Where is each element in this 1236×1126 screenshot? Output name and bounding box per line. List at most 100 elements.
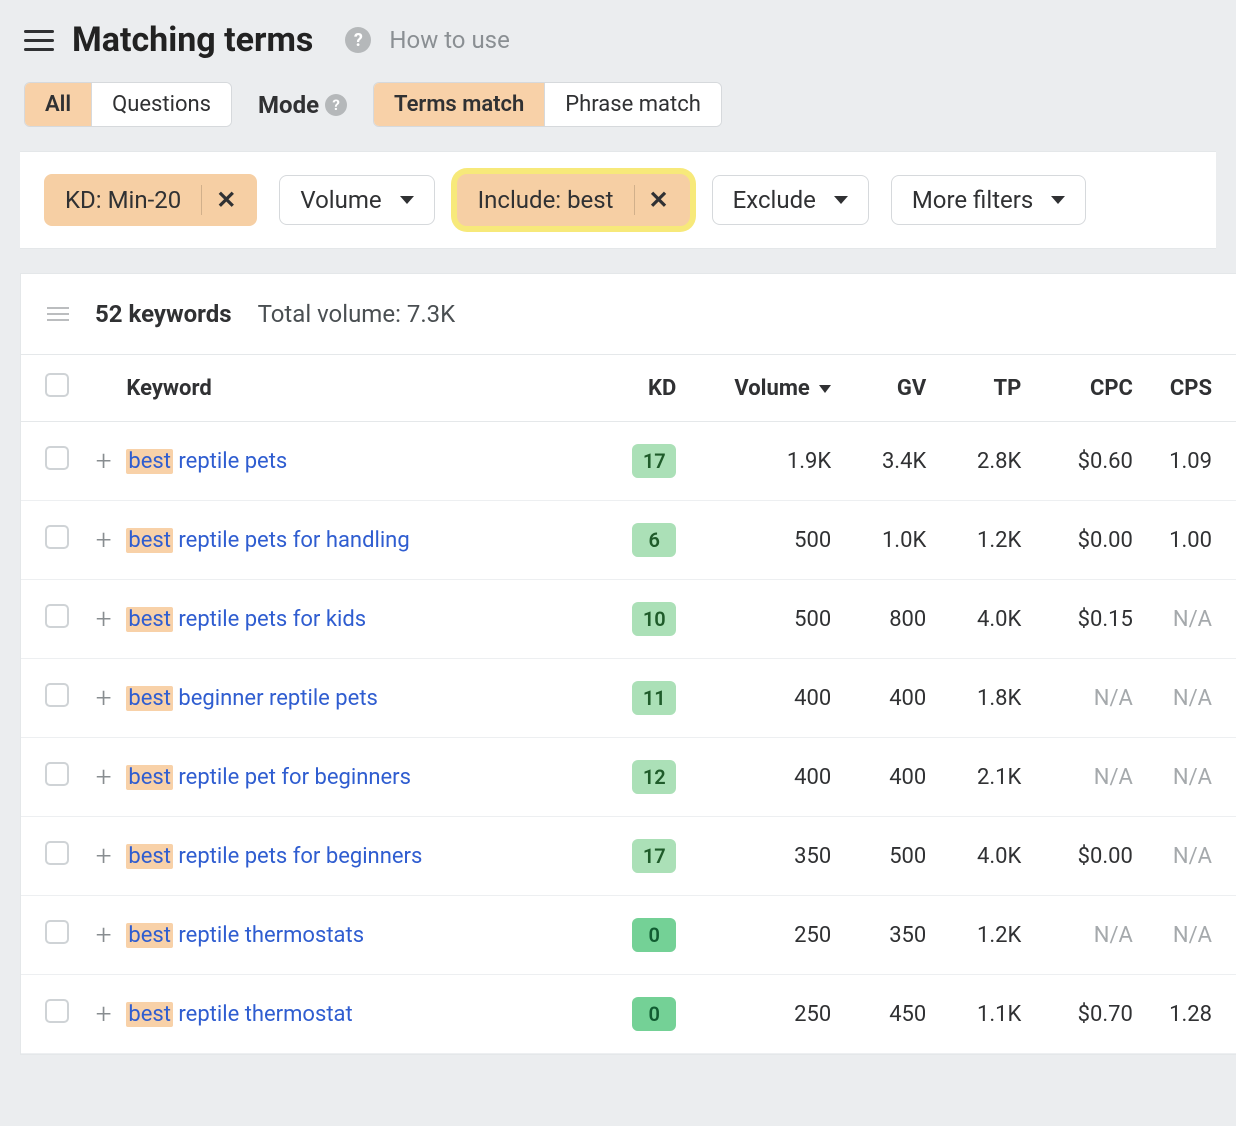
tp-cell: 1.2K (934, 501, 1029, 580)
menu-icon[interactable] (24, 30, 54, 51)
view-toggle: All Questions (24, 82, 232, 127)
expand-icon[interactable]: + (96, 839, 112, 872)
row-checkbox[interactable] (45, 525, 69, 549)
gv-cell: 3.4K (839, 422, 934, 501)
gv-cell: 400 (839, 659, 934, 738)
row-checkbox[interactable] (45, 683, 69, 707)
filter-include[interactable]: Include: best ✕ (457, 174, 690, 226)
help-icon[interactable]: ? (345, 27, 371, 53)
tp-cell: 4.0K (934, 817, 1029, 896)
keyword-link[interactable]: best reptile pets for beginners (126, 844, 422, 869)
close-icon[interactable]: ✕ (216, 188, 236, 212)
col-gv[interactable]: GV (839, 355, 934, 422)
cps-cell: N/A (1141, 580, 1236, 659)
kd-badge: 0 (632, 918, 676, 952)
cps-cell: N/A (1141, 659, 1236, 738)
list-icon[interactable] (47, 307, 69, 321)
expand-icon[interactable]: + (96, 602, 112, 635)
how-to-use-link[interactable]: How to use (389, 26, 509, 54)
cps-cell: N/A (1141, 896, 1236, 975)
plus-cell: + (81, 580, 126, 659)
volume-cell: 250 (684, 896, 839, 975)
chevron-down-icon (400, 196, 414, 204)
col-volume[interactable]: Volume (684, 355, 839, 422)
row-checkbox[interactable] (45, 604, 69, 628)
check-cell (21, 817, 81, 896)
check-cell (21, 422, 81, 501)
cpc-cell: N/A (1029, 896, 1141, 975)
volume-cell: 350 (684, 817, 839, 896)
chevron-down-icon (1051, 196, 1065, 204)
filter-bar: KD: Min-20 ✕ Volume Include: best ✕ Excl… (20, 151, 1216, 249)
tp-cell: 4.0K (934, 580, 1029, 659)
expand-icon[interactable]: + (96, 444, 112, 477)
total-volume: Total volume: 7.3K (258, 300, 456, 328)
sort-desc-icon (819, 385, 831, 393)
kd-badge: 17 (632, 839, 676, 873)
cpc-cell: $0.15 (1029, 580, 1141, 659)
tp-cell: 2.1K (934, 738, 1029, 817)
keyword-link[interactable]: best reptile pets for handling (126, 528, 409, 553)
gv-cell: 800 (839, 580, 934, 659)
cpc-cell: $0.00 (1029, 501, 1141, 580)
expand-icon[interactable]: + (96, 681, 112, 714)
table-row: +best beginner reptile pets114004001.8KN… (21, 659, 1236, 738)
keyword-cell: best reptile pets for kids (126, 580, 610, 659)
col-cps[interactable]: CPS (1141, 355, 1236, 422)
cps-cell: 1.00 (1141, 501, 1236, 580)
table-row: +best reptile pets for handling65001.0K1… (21, 501, 1236, 580)
expand-icon[interactable]: + (96, 997, 112, 1030)
col-tp[interactable]: TP (934, 355, 1029, 422)
plus-cell: + (81, 975, 126, 1054)
kd-cell: 0 (610, 896, 684, 975)
filter-kd[interactable]: KD: Min-20 ✕ (44, 174, 257, 226)
cps-cell: N/A (1141, 738, 1236, 817)
row-checkbox[interactable] (45, 762, 69, 786)
plus-cell: + (81, 817, 126, 896)
table-row: +best reptile thermostats02503501.2KN/AN… (21, 896, 1236, 975)
select-all-checkbox[interactable] (45, 373, 69, 397)
keyword-link[interactable]: best reptile thermostats (126, 923, 364, 948)
kd-badge: 17 (632, 444, 676, 478)
keyword-link[interactable]: best reptile pets (126, 449, 287, 474)
filter-more[interactable]: More filters (891, 175, 1086, 225)
gv-cell: 350 (839, 896, 934, 975)
plus-cell: + (81, 659, 126, 738)
plus-cell: + (81, 738, 126, 817)
kd-badge: 12 (632, 760, 676, 794)
plus-cell: + (81, 422, 126, 501)
row-checkbox[interactable] (45, 841, 69, 865)
keyword-cell: best reptile pets for beginners (126, 817, 610, 896)
expand-icon[interactable]: + (96, 760, 112, 793)
row-checkbox[interactable] (45, 920, 69, 944)
kd-badge: 10 (632, 602, 676, 636)
keyword-link[interactable]: best beginner reptile pets (126, 686, 378, 711)
gv-cell: 500 (839, 817, 934, 896)
expand-icon[interactable]: + (96, 523, 112, 556)
keyword-cell: best beginner reptile pets (126, 659, 610, 738)
row-checkbox[interactable] (45, 446, 69, 470)
help-icon[interactable]: ? (325, 94, 347, 116)
keyword-cell: best reptile pets (126, 422, 610, 501)
keywords-table: Keyword KD Volume GV TP CPC CPS + best re… (21, 354, 1236, 1054)
tab-terms-match[interactable]: Terms match (374, 83, 544, 126)
tab-questions[interactable]: Questions (91, 83, 231, 126)
kd-cell: 0 (610, 975, 684, 1054)
expand-icon[interactable]: + (96, 918, 112, 951)
volume-cell: 500 (684, 501, 839, 580)
keyword-link[interactable]: best reptile pet for beginners (126, 765, 411, 790)
keyword-link[interactable]: best reptile pets for kids (126, 607, 366, 632)
cps-cell: 1.09 (1141, 422, 1236, 501)
filter-volume[interactable]: Volume (279, 175, 434, 225)
plus-cell: + (81, 501, 126, 580)
row-checkbox[interactable] (45, 999, 69, 1023)
filter-exclude[interactable]: Exclude (712, 175, 869, 225)
keyword-cell: best reptile pet for beginners (126, 738, 610, 817)
tab-all[interactable]: All (25, 83, 91, 126)
col-keyword[interactable]: Keyword (126, 355, 610, 422)
col-kd[interactable]: KD (610, 355, 684, 422)
keyword-link[interactable]: best reptile thermostat (126, 1002, 352, 1027)
tab-phrase-match[interactable]: Phrase match (544, 83, 721, 126)
col-cpc[interactable]: CPC (1029, 355, 1141, 422)
close-icon[interactable]: ✕ (649, 188, 669, 212)
